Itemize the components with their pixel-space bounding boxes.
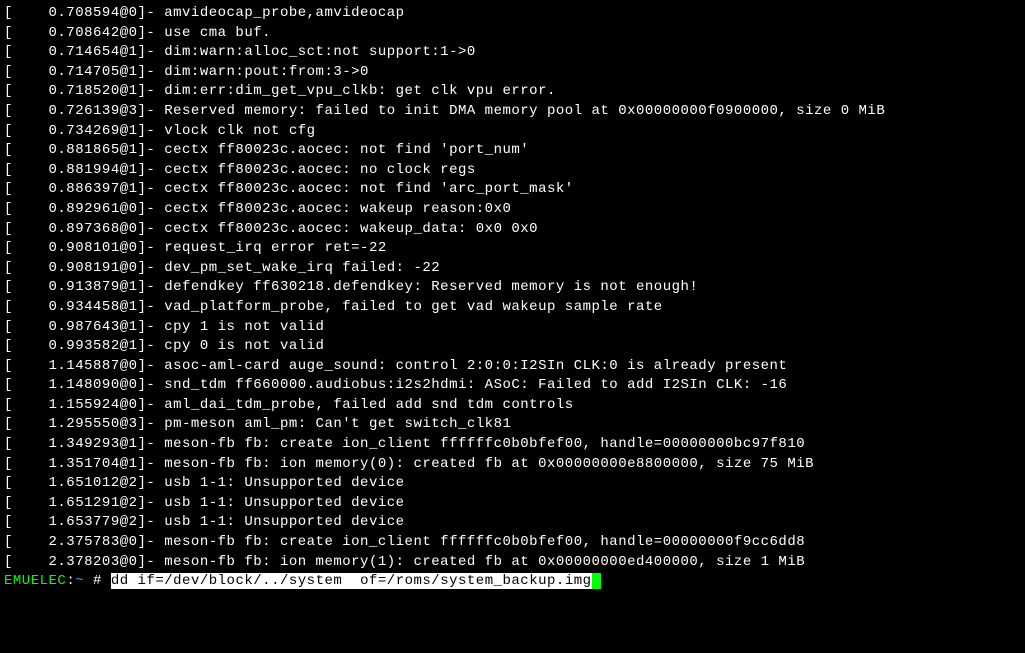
- log-line: [ 1.145887@0]- asoc-aml-card auge_sound:…: [4, 357, 1021, 377]
- log-line: [ 1.295550@3]- pm-meson aml_pm: Can't ge…: [4, 415, 1021, 435]
- log-line: [ 0.892961@0]- cectx ff80023c.aocec: wak…: [4, 200, 1021, 220]
- log-line: [ 0.726139@3]- Reserved memory: failed t…: [4, 102, 1021, 122]
- prompt-symbol: #: [93, 573, 102, 589]
- log-line: [ 0.718520@1]- dim:err:dim_get_vpu_clkb:…: [4, 82, 1021, 102]
- log-line: [ 0.934458@1]- vad_platform_probe, faile…: [4, 298, 1021, 318]
- log-line: [ 0.913879@1]- defendkey ff630218.defend…: [4, 278, 1021, 298]
- log-line: [ 1.148090@0]- snd_tdm ff660000.audiobus…: [4, 376, 1021, 396]
- log-line: [ 1.351704@1]- meson-fb fb: ion memory(0…: [4, 455, 1021, 475]
- log-line: [ 1.155924@0]- aml_dai_tdm_probe, failed…: [4, 396, 1021, 416]
- log-line: [ 1.651012@2]- usb 1-1: Unsupported devi…: [4, 474, 1021, 494]
- log-line: [ 0.708594@0]- amvideocap_probe,amvideoc…: [4, 4, 1021, 24]
- log-line: [ 0.908191@0]- dev_pm_set_wake_irq faile…: [4, 259, 1021, 279]
- log-line: [ 0.993582@1]- cpy 0 is not valid: [4, 337, 1021, 357]
- log-line: [ 2.375783@0]- meson-fb fb: create ion_c…: [4, 533, 1021, 553]
- log-line: [ 0.987643@1]- cpy 1 is not valid: [4, 318, 1021, 338]
- log-line: [ 1.349293@1]- meson-fb fb: create ion_c…: [4, 435, 1021, 455]
- log-line: [ 1.651291@2]- usb 1-1: Unsupported devi…: [4, 494, 1021, 514]
- log-line: [ 0.714654@1]- dim:warn:alloc_sct:not su…: [4, 43, 1021, 63]
- log-line: [ 0.886397@1]- cectx ff80023c.aocec: not…: [4, 180, 1021, 200]
- log-line: [ 0.897368@0]- cectx ff80023c.aocec: wak…: [4, 220, 1021, 240]
- log-line: [ 2.378203@0]- meson-fb fb: ion memory(1…: [4, 553, 1021, 573]
- log-line: [ 0.881994@1]- cectx ff80023c.aocec: no …: [4, 161, 1021, 181]
- command-input[interactable]: dd if=/dev/block/../system of=/roms/syst…: [111, 573, 592, 589]
- log-line: [ 0.908101@0]- request_irq error ret=-22: [4, 239, 1021, 259]
- log-line: [ 1.653779@2]- usb 1-1: Unsupported devi…: [4, 513, 1021, 533]
- log-line: [ 0.734269@1]- vlock clk not cfg: [4, 122, 1021, 142]
- log-line: [ 0.714705@1]- dim:warn:pout:from:3->0: [4, 63, 1021, 83]
- prompt-hostname: EMUELEC: [4, 573, 66, 589]
- log-line: [ 0.881865@1]- cectx ff80023c.aocec: not…: [4, 141, 1021, 161]
- cursor: [592, 573, 601, 589]
- log-line: [ 0.708642@0]- use cma buf.: [4, 24, 1021, 44]
- prompt-path: ~: [75, 573, 84, 589]
- command-prompt[interactable]: EMUELEC:~ # dd if=/dev/block/../system o…: [4, 572, 1021, 592]
- terminal-output: [ 0.708594@0]- amvideocap_probe,amvideoc…: [4, 4, 1021, 572]
